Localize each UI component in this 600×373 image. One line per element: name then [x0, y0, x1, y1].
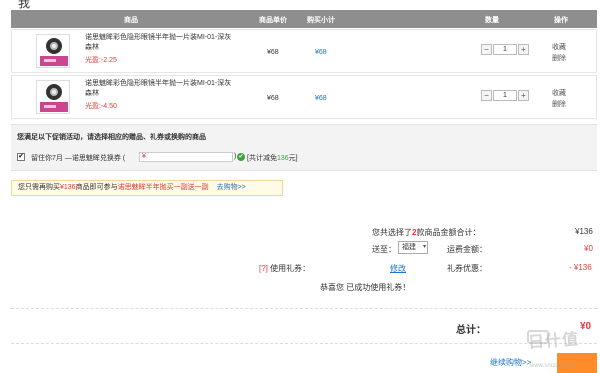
tip-middle: 商品即可参与: [75, 184, 118, 191]
grand-total-label: 总计：: [456, 325, 486, 336]
freight-label: 运费金额：: [447, 245, 487, 254]
item-ops: 收藏 删除: [552, 42, 566, 64]
selected-suffix: 款商品金额合计：: [416, 228, 481, 237]
coupon-label: 使用礼券：: [270, 264, 311, 273]
cart-table-header: 商品 商品单价 购买小计 数量 操作: [11, 10, 597, 28]
discount-value: - ¥136: [569, 263, 592, 272]
cart-item: 诺思魅眸彩色隐形眼镜半年抛一片装MI-01-深灰森林 光盈:-4.50 ¥68 …: [11, 75, 597, 119]
gift-total: [共计减免136元]: [247, 153, 298, 163]
header-product: 商品: [124, 17, 138, 24]
qty-minus-button[interactable]: −: [481, 44, 492, 55]
continue-shopping-link[interactable]: 继续购物>>: [490, 357, 531, 368]
product-name-link[interactable]: 诺思魅眸彩色隐形眼镜半年抛一片装MI-01-深灰森林: [85, 33, 235, 53]
chevron-down-icon: ▾: [422, 244, 426, 250]
header-unit-price: 商品单价: [259, 17, 287, 24]
lens-image: [46, 38, 62, 54]
unit-price: ¥68: [267, 95, 279, 102]
gift-total-suffix: 元]: [288, 155, 298, 162]
divider: [11, 308, 597, 309]
tip-amount: ¥136: [60, 184, 76, 191]
item-ops: 收藏 删除: [552, 88, 566, 110]
delete-link[interactable]: 删除: [552, 53, 566, 64]
package-image: [40, 56, 68, 66]
coupon-help-icon[interactable]: [?]: [259, 264, 268, 273]
coupon-modify-link[interactable]: 修改: [390, 263, 406, 274]
tip-event-link[interactable]: 诺思魅眸半年抛买一副送一副: [118, 184, 209, 191]
freight-value: ¥0: [584, 244, 593, 253]
grand-total-value: ¥0: [580, 321, 592, 332]
unit-price: ¥68: [267, 49, 279, 56]
promotion-panel: 您满足以下促销活动，请选择相应的赠品、礼券或换购的商品 ✔ 留住你7月 —诺思魅…: [11, 124, 597, 171]
coupon-success-message: 恭喜您 已成功使用礼券！: [320, 283, 411, 292]
qty-plus-button[interactable]: +: [518, 90, 529, 101]
go-shopping-link[interactable]: 去购物>>: [217, 184, 246, 191]
gift-total-amount: 136: [276, 155, 289, 162]
qty-input[interactable]: 1: [493, 90, 517, 101]
product-thumbnail[interactable]: [36, 80, 70, 114]
gift-total-prefix: [共计减免: [247, 155, 277, 162]
gift-checkbox[interactable]: ✔: [17, 153, 25, 161]
ship-province-select[interactable]: 福建 ▾: [398, 241, 428, 254]
header-ops: 操作: [554, 17, 568, 24]
ship-province-value: 福建: [402, 244, 416, 251]
header-subtotal: 购买小计: [307, 17, 335, 24]
divider: [11, 343, 597, 344]
product-name-link[interactable]: 诺思魅眸彩色隐形眼镜半年抛一片装MI-01-深灰森林: [85, 79, 235, 99]
favorite-link[interactable]: 收藏: [552, 88, 566, 99]
package-image: [40, 102, 68, 112]
qty-minus-button[interactable]: −: [481, 90, 492, 101]
watermark-text: 日什值: [527, 331, 580, 352]
product-thumbnail[interactable]: [36, 34, 70, 68]
promotion-tip: 您只需再购买¥136商品即可参与诺思魅眸半年抛买一副送一副 去购物>>: [11, 180, 283, 196]
goods-total: ¥136: [575, 227, 593, 236]
header-quantity: 数量: [485, 17, 499, 24]
qty-input[interactable]: 1: [493, 44, 517, 55]
tip-prefix: 您只需再购买: [18, 184, 60, 191]
product-spec: 光盈:-4.50: [85, 103, 117, 110]
cart-item: 诺思魅眸彩色隐形眼镜半年抛一片装MI-01-深灰森林 光盈:-2.25 ¥68 …: [11, 29, 597, 73]
lens-image: [46, 84, 62, 100]
selected-summary: 您共选择了2款商品金额合计：: [372, 227, 480, 238]
selected-prefix: 您共选择了: [372, 228, 412, 237]
favorite-link[interactable]: 收藏: [552, 42, 566, 53]
item-subtotal: ¥68: [315, 95, 327, 102]
gift-label: 留住你7月 —诺思魅眸兑换券 (: [31, 155, 126, 162]
gift-close-paren: ): [234, 153, 237, 160]
product-spec: 光盈:-2.25: [85, 57, 117, 64]
ship-to-label: 送至：: [372, 245, 396, 254]
delete-link[interactable]: 删除: [552, 99, 566, 110]
gift-coupon-input[interactable]: ¥: [139, 152, 233, 162]
coupon-help: [?] 使用礼券：: [259, 263, 310, 274]
promotion-title: 您满足以下促销活动，请选择相应的赠品、礼券或换购的商品: [17, 134, 206, 141]
watermark-url: www.smzdm.com: [530, 363, 577, 369]
qty-plus-button[interactable]: +: [518, 44, 529, 55]
check-circle-icon: ✔: [237, 153, 245, 161]
discount-label: 礼券优惠：: [447, 264, 487, 273]
item-subtotal: ¥68: [315, 49, 327, 56]
